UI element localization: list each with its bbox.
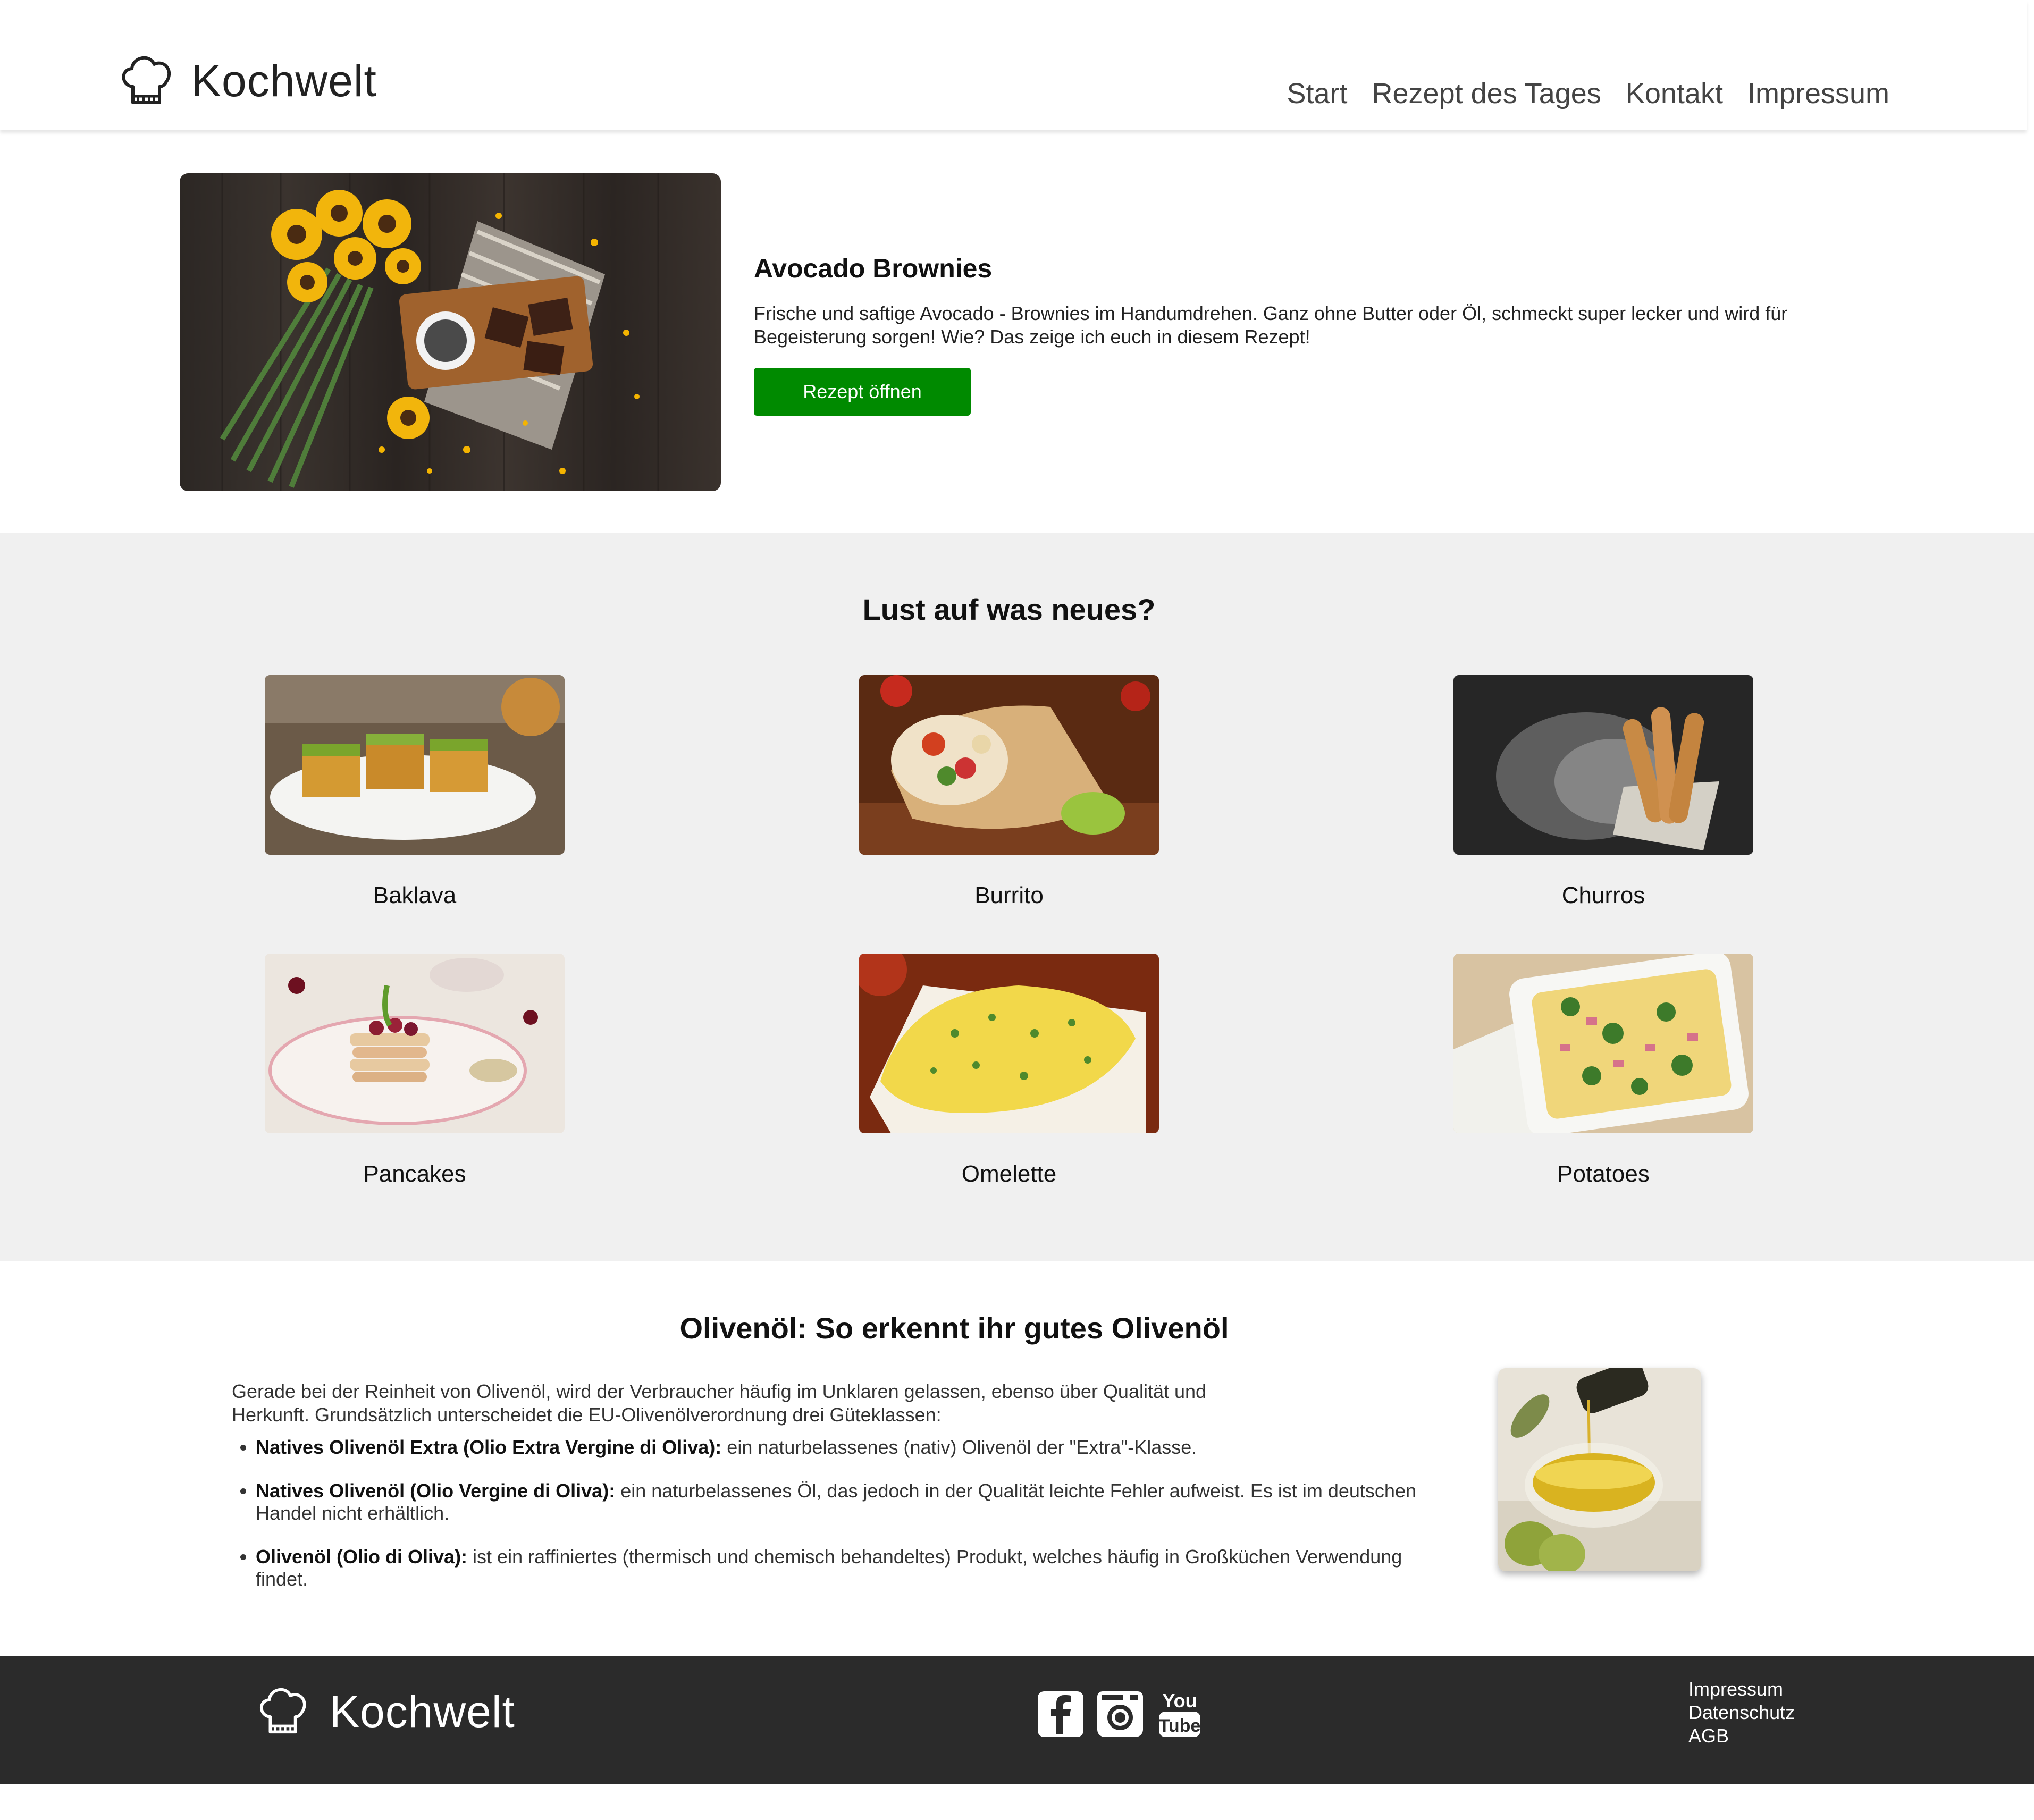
instagram-icon[interactable]	[1096, 1688, 1144, 1739]
facebook-icon[interactable]	[1037, 1688, 1085, 1739]
footer-link-impressum[interactable]: Impressum	[1688, 1678, 1795, 1701]
omelette-image	[859, 954, 1159, 1133]
recipe-label: Potatoes	[1557, 1161, 1650, 1187]
hero-title: Avocado Brownies	[754, 254, 993, 283]
footer-link-agb[interactable]: AGB	[1688, 1724, 1795, 1748]
recipe-card-omelette[interactable]: Omelette	[859, 954, 1159, 1187]
olive-oil-image	[1498, 1368, 1701, 1571]
hero-description: Frische und saftige Avocado - Brownies i…	[754, 302, 1788, 348]
nav-item-rezept-des-tages[interactable]: Rezept des Tages	[1372, 77, 1601, 110]
list-item-text: ein naturbelassenes (nativ) Olivenöl der…	[721, 1436, 1197, 1458]
recipe-card-burrito[interactable]: Burrito	[859, 675, 1159, 909]
footer-links: Impressum Datenschutz AGB	[1688, 1678, 1795, 1748]
brand-logo[interactable]: Kochwelt	[117, 50, 377, 112]
list-item-term: Natives Olivenöl Extra (Olio Extra Vergi…	[256, 1436, 722, 1458]
social-links: You Tube	[1037, 1688, 1204, 1739]
sunflowers-brownies-photo	[220, 173, 659, 491]
list-item: Olivenöl (Olio di Oliva): ist ein raffin…	[256, 1546, 1457, 1590]
site-footer: Kochwelt You Tube Impressum Datenschutz …	[0, 1656, 2034, 1784]
article-title: Olivenöl: So erkennt ihr gutes Olivenöl	[679, 1311, 1229, 1345]
churros-image	[1453, 675, 1753, 855]
recipe-gallery: Lust auf was neues? Baklava Burrito Chur…	[0, 533, 2034, 1261]
hero-content: Avocado Brownies Frische und saftige Avo…	[754, 253, 1791, 416]
nav-item-start[interactable]: Start	[1287, 77, 1347, 110]
site-header: Kochwelt Start Rezept des Tages Kontakt …	[0, 0, 2027, 130]
chef-hat-icon	[260, 1688, 306, 1734]
recipe-card-potatoes[interactable]: Potatoes	[1453, 954, 1753, 1187]
youtube-tube-text: Tube	[1159, 1716, 1201, 1736]
olive-oil-article: Olivenöl: So erkennt ihr gutes Olivenöl …	[0, 1261, 2034, 1656]
list-item: Natives Olivenöl Extra (Olio Extra Vergi…	[256, 1436, 1457, 1459]
recipe-label: Pancakes	[363, 1161, 466, 1187]
list-item-term: Olivenöl (Olio di Oliva):	[256, 1546, 468, 1568]
pancakes-image	[265, 954, 565, 1133]
youtube-you-text: You	[1162, 1690, 1197, 1712]
page-bottom-space	[0, 1784, 2034, 1820]
brand-name: Kochwelt	[191, 56, 377, 106]
recipe-label: Burrito	[974, 882, 1044, 908]
recipe-label: Churros	[1561, 882, 1645, 908]
list-item: Natives Olivenöl (Olio Vergine di Oliva)…	[256, 1480, 1457, 1524]
gallery-title: Lust auf was neues?	[862, 593, 1156, 626]
hero-section: Avocado Brownies Frische und saftige Avo…	[0, 130, 2034, 533]
recipe-label: Baklava	[373, 882, 457, 908]
recipe-card-pancakes[interactable]: Pancakes	[265, 954, 565, 1187]
burrito-image	[859, 675, 1159, 855]
main-nav: Start Rezept des Tages Kontakt Impressum	[1287, 77, 1889, 110]
nav-item-impressum[interactable]: Impressum	[1747, 77, 1889, 110]
footer-brand-logo[interactable]: Kochwelt	[255, 1682, 515, 1741]
article-list: Natives Olivenöl Extra (Olio Extra Vergi…	[232, 1436, 1457, 1612]
article-intro: Gerade bei der Reinheit von Olivenöl, wi…	[232, 1380, 1207, 1426]
recipe-card-baklava[interactable]: Baklava	[265, 675, 565, 909]
hero-image	[180, 173, 721, 491]
open-recipe-button[interactable]: Rezept öffnen	[754, 368, 971, 416]
potatoes-image	[1453, 954, 1753, 1133]
chef-hat-icon	[122, 56, 171, 104]
footer-brand-name: Kochwelt	[330, 1686, 515, 1737]
footer-link-datenschutz[interactable]: Datenschutz	[1688, 1701, 1795, 1724]
recipe-card-churros[interactable]: Churros	[1453, 675, 1753, 909]
list-item-term: Natives Olivenöl (Olio Vergine di Oliva)…	[256, 1480, 616, 1502]
baklava-image	[265, 675, 565, 855]
recipe-label: Omelette	[961, 1161, 1057, 1187]
youtube-icon[interactable]: You Tube	[1156, 1688, 1204, 1739]
nav-item-kontakt[interactable]: Kontakt	[1626, 77, 1723, 110]
